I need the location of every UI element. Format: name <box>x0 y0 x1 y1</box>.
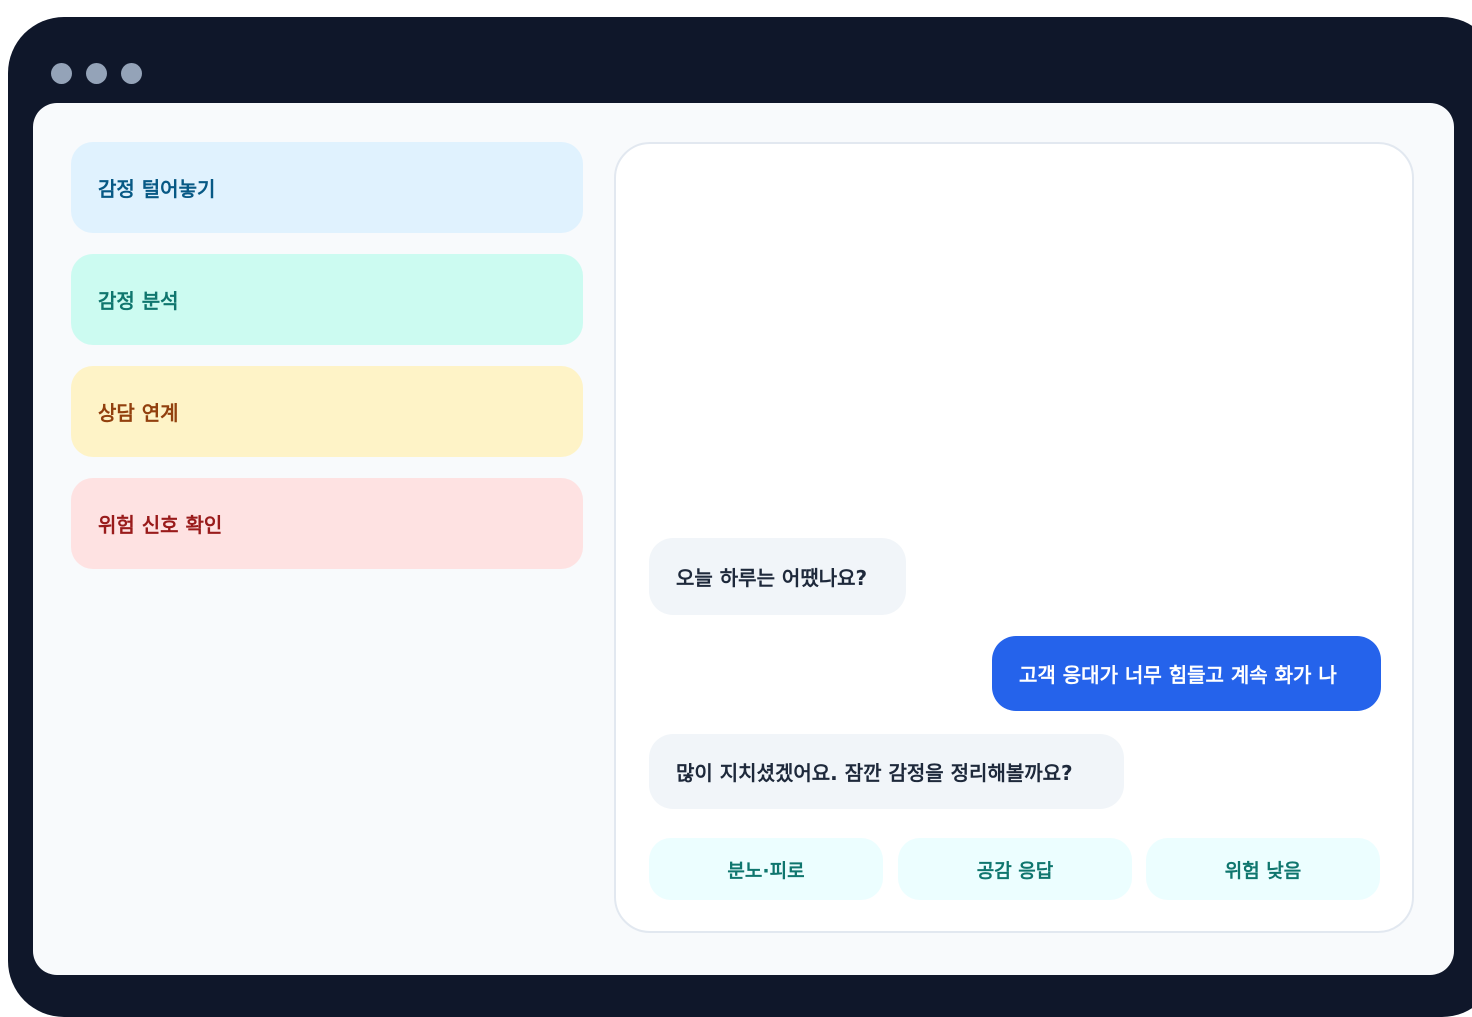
menu-item-counseling-link[interactable]: 상담 연계 <box>71 366 583 457</box>
menu-item-label: 감정 분석 <box>98 289 179 313</box>
user-message: 고객 응대가 너무 힘들고 계속 화가 나 <box>992 636 1381 711</box>
app-window: 감정 털어놓기 감정 분석 상담 연계 위험 신호 확인 오늘 하루는 어땠나요… <box>8 17 1472 1017</box>
menu-item-risk-check[interactable]: 위험 신호 확인 <box>71 478 583 569</box>
window-dot-icon[interactable] <box>121 63 142 84</box>
chip-empathy-response[interactable]: 공감 응답 <box>898 838 1132 900</box>
menu-item-label: 위험 신호 확인 <box>98 513 223 537</box>
window-dot-icon[interactable] <box>51 63 72 84</box>
menu-item-emotion-analysis[interactable]: 감정 분석 <box>71 254 583 345</box>
menu-item-label: 감정 털어놓기 <box>98 177 216 201</box>
chat-panel: 오늘 하루는 어땠나요? 고객 응대가 너무 힘들고 계속 화가 나 많이 지치… <box>614 142 1414 933</box>
main-panel: 감정 털어놓기 감정 분석 상담 연계 위험 신호 확인 오늘 하루는 어땠나요… <box>33 103 1454 975</box>
bot-message: 많이 지치셨겠어요. 잠깐 감정을 정리해볼까요? <box>649 734 1124 809</box>
chip-anger-fatigue[interactable]: 분노·피로 <box>649 838 883 900</box>
bot-message: 오늘 하루는 어땠나요? <box>649 538 906 615</box>
chip-risk-low[interactable]: 위험 낮음 <box>1146 838 1380 900</box>
window-dot-icon[interactable] <box>86 63 107 84</box>
menu-item-label: 상담 연계 <box>98 401 179 425</box>
menu-item-vent-emotions[interactable]: 감정 털어놓기 <box>71 142 583 233</box>
